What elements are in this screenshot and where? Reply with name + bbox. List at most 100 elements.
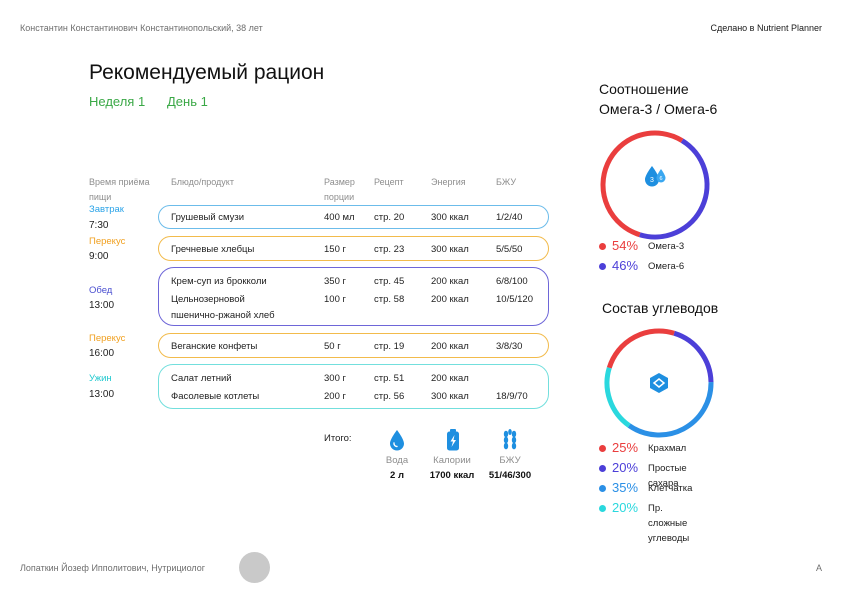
legend-dot: [599, 505, 606, 512]
recipe-page-link[interactable]: стр. 58: [374, 293, 404, 306]
legend-dot: [599, 263, 606, 270]
omega-title: Соотношение Омега-3 / Омега-6: [599, 79, 717, 119]
recipe-page-link[interactable]: стр. 51: [374, 372, 404, 385]
page-title: Рекомендуемый рацион: [89, 61, 325, 84]
legend-percent: 25%: [612, 440, 639, 455]
recipe-page-link[interactable]: стр. 20: [374, 211, 404, 224]
svg-text:6: 6: [659, 176, 662, 182]
carbs-donut-segment-2: [627, 382, 714, 438]
recipe-page-link[interactable]: стр. 19: [374, 340, 404, 353]
legend-percent: 46%: [612, 258, 639, 273]
meal-time-lunch: 13:00: [89, 300, 115, 311]
totals-label: Итого:: [324, 433, 352, 444]
dish-name: Веганские конфеты: [171, 341, 258, 352]
column-header-size: Размер порции: [324, 175, 355, 205]
column-header-dish: Блюдо/продукт: [171, 177, 234, 187]
dish-name: Грушевый смузи: [171, 212, 245, 223]
nutritionist-name: Лопаткин Йозеф Ипполитович, Нутрициолог: [20, 563, 206, 573]
energy-value: 200 ккал: [431, 294, 469, 305]
recipe-page-link[interactable]: стр. 23: [374, 243, 404, 256]
portion-size: 350 г: [324, 276, 346, 287]
made-in-label: Сделано в Nutrient Planner: [710, 23, 822, 33]
meal-time-breakfast: 7:30: [89, 220, 109, 231]
bju-value: 6/8/100: [496, 276, 528, 287]
portion-size: 50 г: [324, 341, 341, 352]
meal-name-dinner: Ужин: [89, 373, 112, 384]
dish-name-line1: Цельнозерновой: [171, 294, 245, 305]
bju-total-label: БЖУ: [499, 455, 521, 466]
energy-value: 200 ккал: [431, 276, 469, 287]
legend-percent: 20%: [612, 500, 639, 515]
meal-name-snack-2: Перекус: [89, 333, 126, 344]
legend-dot: [599, 445, 606, 452]
dish-name: Салат летний: [171, 373, 232, 384]
legend-label: Крахмал: [648, 443, 687, 454]
carbs-title: Состав углеводов: [602, 300, 719, 316]
legend-dot: [599, 243, 606, 250]
meal-time-snack-2: 16:00: [89, 348, 115, 359]
legend-percent: 35%: [612, 480, 639, 495]
meal-name-lunch: Обед: [89, 285, 113, 296]
legend-label: Клетчатка: [648, 483, 693, 494]
avatar: [239, 552, 270, 583]
legend-percent: 20%: [612, 460, 639, 475]
carb-molecule-icon: [650, 373, 668, 393]
energy-value: 300 ккал: [431, 244, 469, 255]
portion-size: 400 мл: [324, 212, 355, 223]
legend-percent: 54%: [612, 238, 639, 253]
wheat-icon: [503, 429, 517, 450]
column-header-bju: БЖУ: [496, 177, 517, 187]
dish-name: Цельнозерновой пшенично-ржаной хлеб: [171, 293, 275, 322]
patient-name: Константин Константинович Константинопол…: [20, 23, 263, 33]
energy-value: 200 ккал: [431, 341, 469, 352]
bju-value: 1/2/40: [496, 212, 523, 223]
energy-value: 200 ккал: [431, 373, 469, 384]
carbs-donut-segment-0: [606, 328, 675, 369]
legend-dot: [599, 485, 606, 492]
legend-label-line1: Пр. сложные: [648, 503, 688, 529]
recipe-page-link[interactable]: стр. 45: [374, 275, 404, 288]
bju-value: 3/8/30: [496, 341, 523, 352]
portion-size: 150 г: [324, 244, 346, 255]
carbs-donut-segment-1: [673, 330, 714, 383]
carbs-donut-chart: [604, 328, 714, 438]
week-label[interactable]: Неделя 1: [89, 94, 145, 109]
omega-title-line1: Соотношение: [599, 81, 689, 97]
column-header-energy: Энергия: [431, 177, 466, 187]
column-header-time-line2: пищи: [89, 192, 112, 202]
legend-label: Пр. сложные углеводы: [648, 501, 689, 546]
dish-name: Гречневые хлебцы: [171, 244, 255, 255]
dish-name: Фасолевые котлеты: [171, 391, 260, 402]
legend-label: Омега-6: [648, 261, 685, 272]
portion-size: 300 г: [324, 373, 346, 384]
water-drop-icon: [390, 430, 404, 451]
meal-time-snack-1: 9:00: [89, 251, 109, 262]
column-header-time: Время приёма пищи: [89, 175, 150, 205]
svg-text:3: 3: [650, 177, 654, 184]
bju-total-value: 51/46/300: [488, 470, 532, 481]
meal-name-snack-1: Перекус: [89, 236, 126, 247]
meal-time-dinner: 13:00: [89, 389, 115, 400]
column-header-size-line2: порции: [324, 192, 355, 202]
omega-donut-segment-1: [639, 138, 710, 240]
bju-value: 18/9/70: [496, 391, 528, 402]
bju-value: 5/5/50: [496, 244, 523, 255]
meal-name-breakfast: Завтрак: [89, 204, 124, 215]
omega-drops-icon: 3 6: [645, 166, 666, 187]
energy-value: 300 ккал: [431, 391, 469, 402]
column-header-recipe: Рецепт: [374, 177, 404, 187]
battery-icon: [447, 429, 459, 451]
day-label[interactable]: День 1: [167, 94, 208, 109]
carbs-donut-segment-3: [604, 367, 631, 428]
recipe-page-link[interactable]: стр. 56: [374, 390, 404, 403]
omega-title-line2: Омега-3 / Омега-6: [599, 101, 718, 117]
omega-donut-chart: 3 6: [600, 130, 710, 240]
bju-value: 10/5/120: [496, 294, 533, 305]
legend-label: Омега-3: [648, 241, 685, 252]
portion-size: 100 г: [324, 294, 346, 305]
legend-dot: [599, 465, 606, 472]
legend-label-line2: углеводы: [648, 533, 690, 544]
portion-size: 200 г: [324, 391, 346, 402]
omega-donut-segment-0: [600, 130, 684, 238]
energy-value: 300 ккал: [431, 212, 469, 223]
